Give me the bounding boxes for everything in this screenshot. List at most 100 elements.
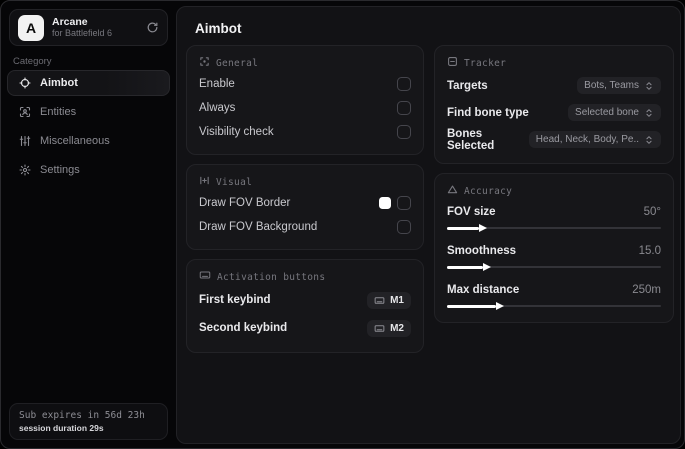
sidebar-item-settings[interactable]: Settings: [7, 157, 170, 183]
slider-handle[interactable]: [479, 224, 488, 232]
section-title: Tracker: [464, 57, 507, 69]
activation-header: Activation buttons: [199, 268, 411, 286]
crosshair-icon: [18, 77, 31, 89]
sliders-icon: [18, 135, 31, 147]
keyboard-icon: [374, 295, 385, 306]
enable-checkbox[interactable]: [397, 77, 411, 91]
row-label: Smoothness: [447, 245, 517, 257]
refresh-icon[interactable]: [146, 21, 159, 34]
brand: Arcane for Battlefield 6: [52, 16, 138, 38]
section-title: Visual: [216, 176, 253, 188]
always-checkbox[interactable]: [397, 101, 411, 115]
dropdown-value: Head, Neck, Body, Pe..: [535, 134, 639, 145]
sub-expiry-text: Sub expires in 56d 23h: [19, 410, 145, 421]
sidebar-item-aimbot[interactable]: Aimbot: [7, 70, 170, 96]
keybind-value: M2: [390, 322, 404, 334]
visibility-check-row: Visibility check: [199, 120, 411, 144]
second-keybind-row: Second keybind M2: [199, 314, 411, 342]
find-bone-type-dropdown[interactable]: Selected bone: [568, 104, 661, 121]
draw-fov-background-row: Draw FOV Background: [199, 215, 411, 239]
row-label: Max distance: [447, 284, 520, 296]
sidebar-item-label: Miscellaneous: [40, 135, 110, 147]
sidebar: A Arcane for Battlefield 6 Category Aimb…: [1, 1, 176, 448]
grid-icon: [199, 54, 210, 72]
visibility-check-checkbox[interactable]: [397, 125, 411, 139]
find-bone-type-row: Find bone type Selected bone: [447, 99, 661, 126]
unfold-icon: [644, 81, 654, 91]
first-keybind-button[interactable]: M1: [367, 291, 411, 309]
sidebar-item-entities[interactable]: Entities: [7, 99, 170, 125]
accuracy-header: Accuracy: [447, 182, 661, 200]
targets-dropdown[interactable]: Bots, Teams: [577, 77, 661, 94]
slider-handle[interactable]: [496, 302, 505, 310]
dropdown-value: Selected bone: [575, 107, 639, 118]
activation-buttons-card: Activation buttons First keybind M1 Seco…: [186, 259, 424, 353]
session-duration-text: session duration 29s: [19, 423, 104, 433]
app-window: A Arcane for Battlefield 6 Category Aimb…: [0, 0, 685, 449]
section-title: Accuracy: [464, 185, 513, 197]
keyboard-icon: [374, 323, 385, 334]
section-title: Activation buttons: [217, 271, 326, 283]
smoothness-slider[interactable]: [447, 263, 661, 271]
left-column: General Enable Always Visibility check V…: [186, 45, 424, 353]
fov-size-value: 50°: [643, 206, 661, 218]
row-label: Visibility check: [199, 126, 274, 138]
app-logo: A: [18, 14, 44, 41]
draw-fov-background-checkbox[interactable]: [397, 220, 411, 234]
row-label: Second keybind: [199, 322, 288, 334]
tracker-card: Tracker Targets Bots, Teams Find bone ty…: [434, 45, 674, 164]
enable-row: Enable: [199, 72, 411, 96]
gear-icon: [18, 164, 31, 176]
sidebar-item-label: Settings: [40, 164, 80, 176]
page-title: Aimbot: [195, 21, 242, 36]
accuracy-card: Accuracy FOV size 50° Smoothness 15.0 Ma…: [434, 173, 674, 323]
category-label: Category: [13, 56, 52, 67]
dropdown-value: Bots, Teams: [584, 80, 639, 91]
tune-icon: [199, 173, 210, 191]
unfold-icon: [644, 108, 654, 118]
always-row: Always: [199, 96, 411, 120]
row-label: Draw FOV Border: [199, 197, 291, 209]
visual-card: Visual Draw FOV Border Draw FOV Backgrou…: [186, 164, 424, 250]
fov-border-color-swatch[interactable]: [379, 197, 391, 209]
max-distance-slider[interactable]: [447, 302, 661, 310]
sidebar-item-label: Aimbot: [40, 77, 78, 89]
person-scan-icon: [18, 106, 31, 118]
smoothness-row: Smoothness 15.0: [447, 241, 661, 271]
draw-fov-border-checkbox[interactable]: [397, 196, 411, 210]
row-label: Bones Selected: [447, 127, 495, 152]
row-label: Always: [199, 102, 236, 114]
section-title: General: [216, 57, 259, 69]
main-panel: Aimbot General Enable Always Visibility …: [176, 6, 681, 444]
right-column: Tracker Targets Bots, Teams Find bone ty…: [434, 45, 674, 323]
slider-handle[interactable]: [483, 263, 492, 271]
minus-square-icon: [447, 54, 458, 72]
general-card: General Enable Always Visibility check: [186, 45, 424, 155]
fov-size-slider[interactable]: [447, 224, 661, 232]
row-label: First keybind: [199, 294, 271, 306]
app-subtitle: for Battlefield 6: [52, 28, 113, 39]
targets-row: Targets Bots, Teams: [447, 72, 661, 99]
row-label: Targets: [447, 79, 488, 92]
row-label: Find bone type: [447, 106, 529, 119]
row-label: Enable: [199, 78, 235, 90]
bones-selected-dropdown[interactable]: Head, Neck, Body, Pe..: [528, 131, 661, 148]
sidebar-nav: Aimbot Entities Miscellaneous Settings: [7, 70, 170, 183]
bones-selected-row: Bones Selected Head, Neck, Body, Pe..: [447, 126, 661, 153]
keybind-value: M1: [390, 294, 404, 306]
sidebar-item-miscellaneous[interactable]: Miscellaneous: [7, 128, 170, 154]
row-label: FOV size: [447, 206, 496, 218]
max-distance-row: Max distance 250m: [447, 280, 661, 310]
first-keybind-row: First keybind M1: [199, 286, 411, 314]
tracker-header: Tracker: [447, 54, 661, 72]
triangle-icon: [447, 182, 458, 200]
second-keybind-button[interactable]: M2: [367, 319, 411, 337]
keyboard-icon: [199, 268, 211, 286]
draw-fov-border-row: Draw FOV Border: [199, 191, 411, 215]
app-header-card: A Arcane for Battlefield 6: [9, 9, 168, 46]
general-header: General: [199, 54, 411, 72]
max-distance-value: 250m: [632, 284, 661, 296]
fov-size-row: FOV size 50°: [447, 202, 661, 232]
unfold-icon: [644, 135, 654, 145]
sidebar-item-label: Entities: [40, 106, 77, 118]
